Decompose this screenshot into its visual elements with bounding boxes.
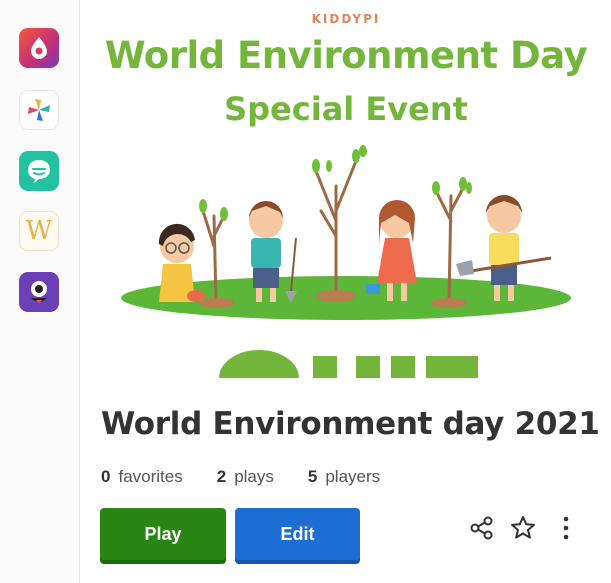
droplet-app-icon[interactable] (19, 28, 59, 68)
quiz-cover-image[interactable]: KIDDYPI World Environment Day Special Ev… (81, 6, 611, 378)
plays-stat: 2 plays (217, 467, 274, 487)
banner-subheadline: Special Event (224, 90, 468, 128)
app-sidebar: W (0, 0, 80, 583)
plays-count: 2 (216, 467, 227, 486)
players-label: players (325, 467, 381, 486)
more-options-icon[interactable] (551, 513, 581, 543)
plays-label: plays (234, 467, 274, 486)
share-icon[interactable] (467, 513, 497, 543)
w-letter-app-icon[interactable]: W (19, 211, 59, 251)
brand-logo: KIDDYPI (311, 12, 381, 26)
quiz-title: World Environment day 2021 (101, 406, 600, 442)
chat-bubble-app-icon[interactable] (19, 151, 59, 191)
monster-app-icon[interactable] (19, 272, 59, 312)
play-button[interactable]: Play (100, 508, 226, 560)
players-count: 5 (307, 467, 318, 486)
quiz-stats: 0 favorites 2 plays 5 players (101, 467, 414, 487)
favorites-label: favorites (118, 467, 183, 486)
quiz-card: KIDDYPI World Environment Day Special Ev… (81, 0, 611, 583)
favorites-count: 0 (101, 467, 111, 486)
pinwheel-app-icon[interactable] (19, 90, 59, 130)
favorites-stat: 0 favorites (101, 467, 183, 487)
players-stat: 5 players (308, 467, 380, 487)
star-favorite-icon[interactable] (508, 513, 538, 543)
edit-button[interactable]: Edit (235, 508, 360, 560)
banner-headline: World Environment Day (104, 34, 588, 77)
